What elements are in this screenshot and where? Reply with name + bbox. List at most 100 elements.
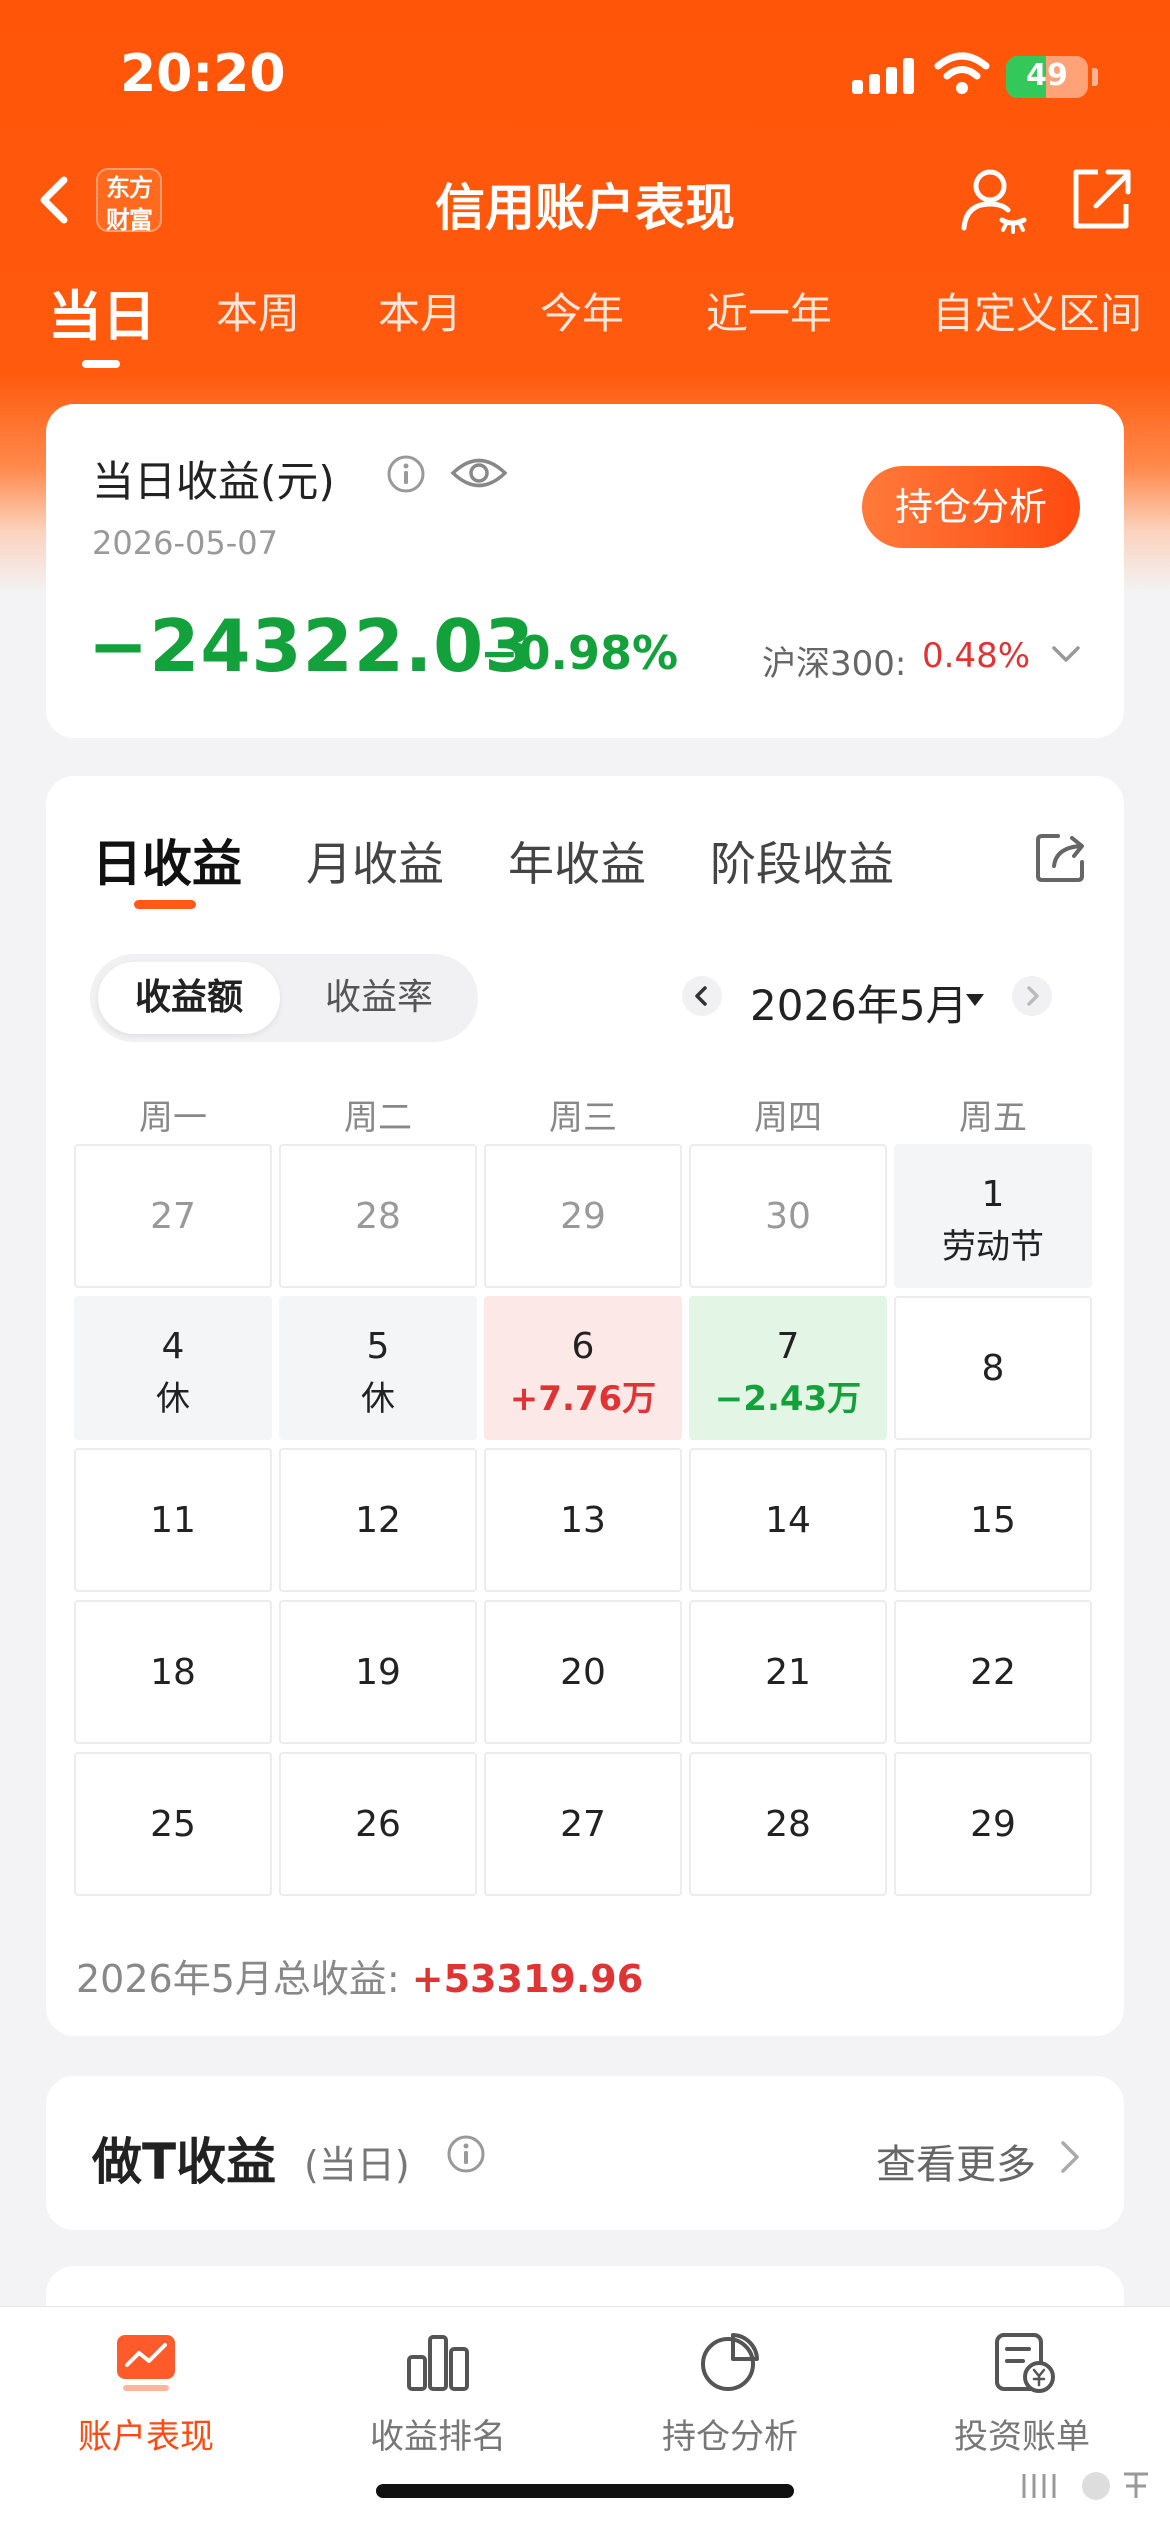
day-number: 29 xyxy=(970,1804,1016,1845)
summary-title: 当日收益(元) xyxy=(92,457,335,506)
day-number: 25 xyxy=(150,1804,196,1845)
user-privacy-icon[interactable] xyxy=(958,164,1028,234)
tab-period-returns[interactable]: 阶段收益 xyxy=(710,828,894,894)
calendar-day-cell[interactable]: 22 xyxy=(894,1600,1092,1744)
month-total-value: +53319.96 xyxy=(411,1957,644,2001)
day-number: 7 xyxy=(776,1326,800,1367)
holding-analysis-button[interactable]: 持仓分析 xyxy=(862,466,1080,548)
day-number: 30 xyxy=(765,1196,811,1237)
calendar-day-cell[interactable]: 14 xyxy=(689,1448,887,1592)
metric-segmented-control: 收益额 收益率 xyxy=(90,954,478,1042)
view-more-link[interactable]: 查看更多 xyxy=(876,2132,1036,2190)
calendar-day-cell[interactable]: 4休 xyxy=(74,1296,272,1440)
weekday-label: 周五 xyxy=(959,1098,1027,1138)
calendar-day-cell[interactable]: 1 劳动节 xyxy=(894,1144,1092,1288)
segment-rate[interactable]: 收益率 xyxy=(288,962,470,1034)
tab-holding-analysis[interactable]: 持仓分析 xyxy=(630,2327,830,2458)
wifi-icon xyxy=(934,52,990,94)
period-tab-year[interactable]: 今年 xyxy=(540,280,624,341)
info-icon[interactable] xyxy=(446,2134,486,2174)
tab-daily-returns[interactable]: 日收益 xyxy=(92,824,242,896)
calendar-day-cell[interactable]: 27 xyxy=(484,1752,682,1896)
share-icon[interactable] xyxy=(1032,828,1090,886)
benchmark-value: 0.48% xyxy=(922,636,1031,676)
tab-account-performance[interactable]: 账户表现 xyxy=(46,2327,246,2458)
calendar-day-cell[interactable]: 29 xyxy=(894,1752,1092,1896)
calendar-day-cell[interactable]: 11 xyxy=(74,1448,272,1592)
status-time: 20:20 xyxy=(120,44,286,104)
day-number: 8 xyxy=(981,1348,1005,1389)
calendar-day-cell[interactable]: 6 +7.76万 xyxy=(484,1296,682,1440)
status-bar: 20:20 49 xyxy=(0,0,1170,150)
day-number: 13 xyxy=(560,1500,606,1541)
day-number: 5 xyxy=(366,1326,390,1367)
prev-month-icon[interactable] xyxy=(682,976,722,1016)
period-tab-week[interactable]: 本周 xyxy=(216,280,300,341)
returns-tab-indicator xyxy=(134,900,196,909)
tab-monthly-returns[interactable]: 月收益 xyxy=(306,828,444,894)
weekday-label: 周四 xyxy=(754,1098,822,1138)
day-number: 29 xyxy=(560,1196,606,1237)
calendar-day-cell[interactable]: 26 xyxy=(279,1752,477,1896)
day-number: 11 xyxy=(150,1500,196,1541)
tab-yearly-returns[interactable]: 年收益 xyxy=(508,828,646,894)
calendar-day-cell[interactable]: 27 xyxy=(74,1144,272,1288)
trend-chart-icon xyxy=(117,2335,175,2391)
period-tab-today[interactable]: 当日 xyxy=(48,272,156,351)
daily-summary-card: 当日收益(元) 2026-05-07 持仓分析 −24322.03 −0.98%… xyxy=(46,404,1124,738)
calendar-day-cell[interactable]: 25 xyxy=(74,1752,272,1896)
summary-date: 2026-05-07 xyxy=(92,524,278,562)
calendar-day-cell[interactable]: 28 xyxy=(689,1752,887,1896)
tab-label: 投资账单 xyxy=(954,2417,1090,2457)
tab-investment-bill[interactable]: 投资账单 xyxy=(922,2327,1122,2458)
segment-amount[interactable]: 收益额 xyxy=(98,962,280,1034)
period-tab-last-year[interactable]: 近一年 xyxy=(706,280,832,341)
calendar-day-cell[interactable]: 18 xyxy=(74,1600,272,1744)
tab-returns-ranking[interactable]: 收益排名 xyxy=(338,2327,538,2458)
calendar-day-cell[interactable]: 30 xyxy=(689,1144,887,1288)
t-trade-subtitle: (当日) xyxy=(304,2143,410,2187)
period-tab-custom[interactable]: 自定义区间 xyxy=(932,280,1142,341)
calendar-day-cell[interactable]: 8 xyxy=(894,1296,1092,1440)
day-note: 休 xyxy=(361,1379,395,1419)
battery-level: 49 xyxy=(1026,58,1068,93)
next-month-icon[interactable] xyxy=(1012,976,1052,1016)
calendar-day-cell[interactable]: 5休 xyxy=(279,1296,477,1440)
day-number: 20 xyxy=(560,1652,606,1693)
info-icon[interactable] xyxy=(386,454,426,494)
weekday-label: 周二 xyxy=(344,1098,412,1138)
returns-calendar-card: 日收益 月收益 年收益 阶段收益 收益额 收益率 2026年5月 周一 周二 周… xyxy=(46,776,1124,2036)
period-tabs: 当日 本周 本月 今年 近一年 自定义区间 xyxy=(0,280,1170,380)
month-total: 2026年5月总收益: +53319.96 xyxy=(76,1948,643,2003)
calendar-day-cell[interactable]: 13 xyxy=(484,1448,682,1592)
day-note: 休 xyxy=(156,1379,190,1419)
home-indicator xyxy=(376,2484,794,2498)
pie-chart-icon xyxy=(701,2333,759,2391)
calendar-day-cell[interactable]: 12 xyxy=(279,1448,477,1592)
caret-down-icon[interactable] xyxy=(964,992,986,1008)
calendar-day-cell[interactable]: 29 xyxy=(484,1144,682,1288)
calendar-day-cell[interactable]: 21 xyxy=(689,1600,887,1744)
month-selector[interactable]: 2026年5月 xyxy=(750,972,968,1033)
day-number: 22 xyxy=(970,1652,1016,1693)
eye-icon[interactable] xyxy=(450,454,508,492)
chevron-down-icon[interactable] xyxy=(1048,638,1084,670)
calendar-day-cell[interactable]: 28 xyxy=(279,1144,477,1288)
bar-chart-icon xyxy=(407,2335,469,2391)
calendar-day-cell[interactable]: 7 −2.43万 xyxy=(689,1296,887,1440)
external-share-icon[interactable] xyxy=(1068,164,1134,234)
day-number: 27 xyxy=(560,1804,606,1845)
calendar-day-cell[interactable]: 20 xyxy=(484,1600,682,1744)
benchmark-label: 沪深300: xyxy=(762,644,907,684)
period-tab-month[interactable]: 本月 xyxy=(378,280,462,341)
tab-label: 持仓分析 xyxy=(662,2417,798,2457)
cellular-signal-icon xyxy=(852,58,914,94)
nav-bar: 东方 财富 信用账户表现 xyxy=(0,150,1170,250)
calendar-day-cell[interactable]: 15 xyxy=(894,1448,1092,1592)
chevron-right-icon[interactable] xyxy=(1058,2138,1082,2176)
calendar-day-cell[interactable]: 19 xyxy=(279,1600,477,1744)
day-number: 12 xyxy=(355,1500,401,1541)
tab-label: 收益排名 xyxy=(370,2417,506,2457)
day-number: 1 xyxy=(981,1174,1005,1215)
t-trade-card[interactable]: 做T收益 (当日) 查看更多 xyxy=(46,2076,1124,2230)
